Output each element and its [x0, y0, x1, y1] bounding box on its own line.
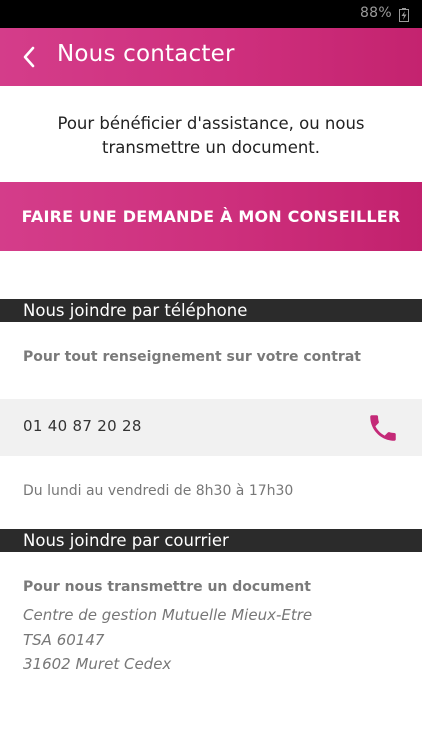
intro-text: Pour bénéficier d'assistance, ou nous tr…	[57, 114, 365, 157]
phone-row[interactable]: 01 40 87 20 28	[0, 399, 422, 456]
address-line: Centre de gestion Mutuelle Mieux-Etre	[23, 606, 313, 624]
phone-number: 01 40 87 20 28	[23, 417, 142, 435]
postal-address: Centre de gestion Mutuelle Mieux-Etre TS…	[23, 603, 312, 677]
app-header: Nous contacter	[0, 28, 422, 86]
status-bar: 88%	[0, 0, 422, 28]
battery-percentage: 88%	[359, 5, 392, 21]
contact-advisor-button[interactable]: FAIRE UNE DEMANDE À MON CONSEILLER	[0, 182, 422, 251]
phone-hours: Du lundi au vendredi de 8h30 à 17h30	[23, 483, 294, 499]
address-line: 31602 Muret Cedex	[23, 655, 172, 673]
section-header-mail: Nous joindre par courrier	[0, 529, 422, 552]
address-line: TSA 60147	[23, 630, 105, 649]
phone-subtitle: Pour tout renseignement sur votre contra…	[23, 349, 361, 365]
back-button[interactable]	[14, 42, 44, 72]
phone-icon[interactable]	[366, 411, 400, 445]
section-header-phone: Nous joindre par téléphone	[0, 299, 422, 322]
battery-charging-icon	[399, 7, 409, 22]
chevron-left-icon	[23, 46, 35, 68]
mail-subtitle: Pour nous transmettre un document	[23, 579, 311, 595]
page-title: Nous contacter	[57, 41, 235, 67]
